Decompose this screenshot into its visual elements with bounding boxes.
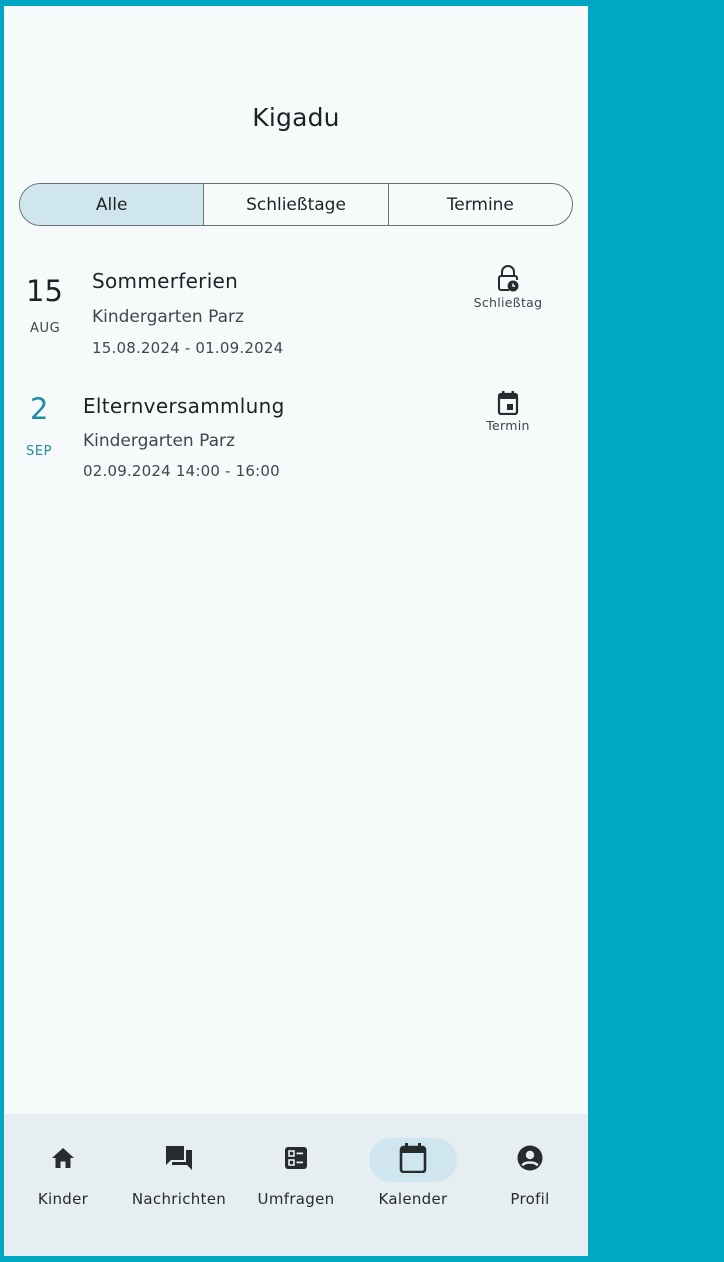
event-month: SEP [26, 444, 53, 459]
app-title: Kigadu [252, 103, 340, 132]
nav-label: Kalender [378, 1190, 448, 1208]
event-day: 15 [26, 274, 63, 308]
bottom-navigation: Kinder Nachrichten Umfragen Kalender Pro… [4, 1114, 588, 1256]
nav-item-nachrichten[interactable]: Nachrichten [124, 1138, 234, 1208]
event-type-badge: Termin [463, 391, 553, 433]
filter-segmented-control: Alle Schließtage Termine [19, 183, 573, 226]
tab-alle[interactable]: Alle [20, 184, 204, 225]
nav-label: Umfragen [257, 1190, 335, 1208]
nav-item-kinder[interactable]: Kinder [8, 1138, 118, 1208]
calendar-icon [399, 1143, 427, 1177]
event-organization: Kindergarten Parz [83, 431, 235, 451]
tab-termine[interactable]: Termine [387, 184, 572, 225]
tab-schliesstage[interactable]: Schließtage [203, 184, 387, 225]
calendar-icon [463, 391, 553, 415]
app-screen: Kigadu Alle Schließtage Termine 15 AUG S… [4, 6, 588, 1256]
event-type-label: Schließtag [473, 295, 543, 310]
event-dates: 15.08.2024 - 01.09.2024 [92, 339, 284, 357]
nav-label: Profil [510, 1190, 550, 1208]
event-dates: 02.09.2024 14:00 - 16:00 [83, 462, 280, 480]
event-title: Elternversammlung [83, 394, 285, 418]
event-month: AUG [30, 321, 61, 336]
event-day: 2 [30, 392, 49, 426]
event-title: Sommerferien [92, 269, 239, 293]
poll-icon [285, 1147, 307, 1173]
nav-label: Nachrichten [131, 1190, 227, 1208]
event-type-badge: Schließtag [463, 264, 553, 310]
nav-item-kalender[interactable]: Kalender [358, 1138, 468, 1208]
nav-label: Kinder [37, 1190, 89, 1208]
nav-item-umfragen[interactable]: Umfragen [241, 1138, 351, 1208]
home-icon [51, 1147, 75, 1173]
event-item-elternversammlung[interactable]: 2 SEP Elternversammlung Kindergarten Par… [4, 388, 588, 498]
nav-item-profil[interactable]: Profil [475, 1138, 585, 1208]
account-icon [517, 1145, 543, 1175]
event-organization: Kindergarten Parz [92, 307, 244, 327]
chat-icon [165, 1145, 193, 1175]
event-type-label: Termin [486, 418, 530, 433]
event-item-sommerferien[interactable]: 15 AUG Sommerferien Kindergarten Parz 15… [4, 262, 588, 372]
lock-clock-icon [463, 264, 553, 292]
